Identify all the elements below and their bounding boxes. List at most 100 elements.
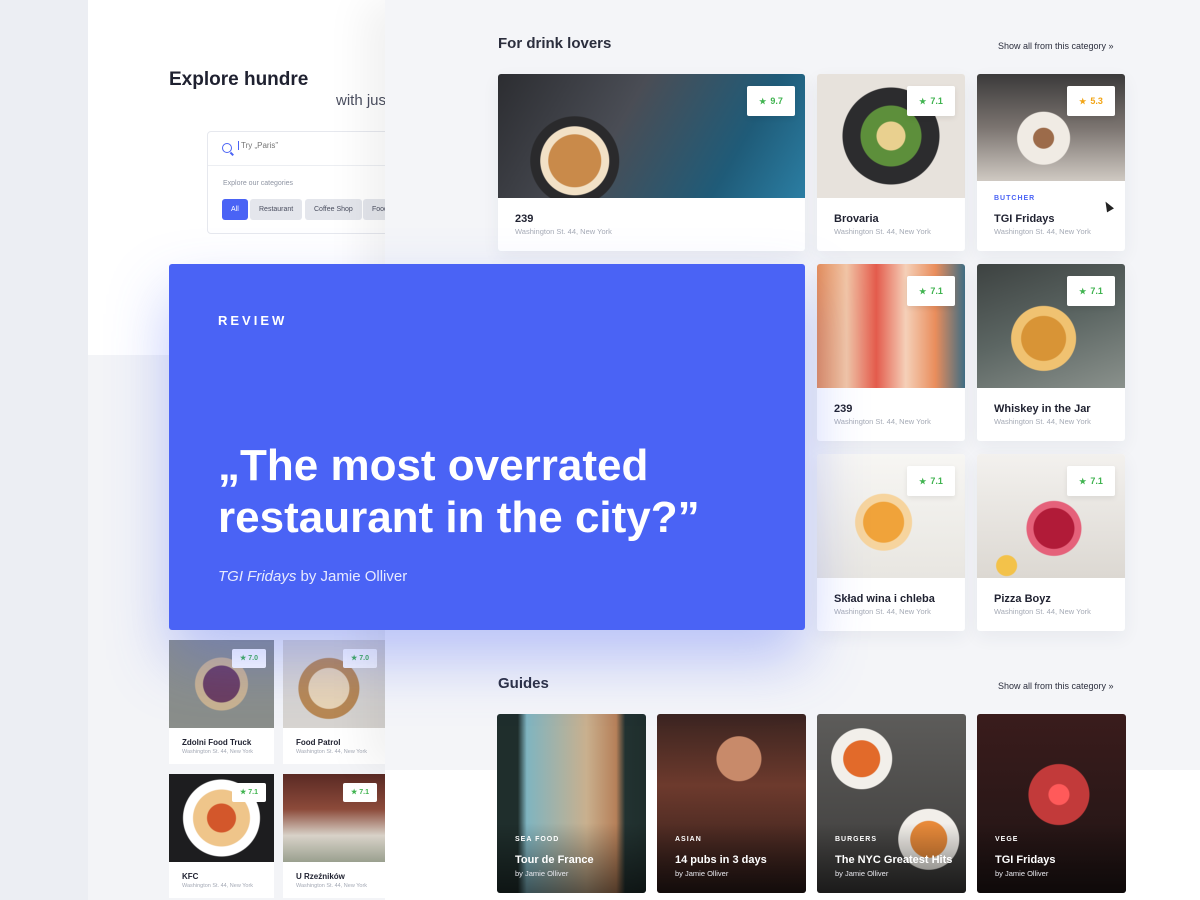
rating-badge: ★ 7.0 bbox=[232, 649, 266, 668]
chip-restaurant[interactable]: Restaurant bbox=[250, 199, 303, 220]
star-icon: ★ bbox=[240, 789, 249, 796]
star-icon: ★ bbox=[351, 655, 360, 662]
mini-card-name: Food Patrol bbox=[296, 738, 341, 747]
venue-name: 239 bbox=[834, 403, 853, 415]
mini-card-address: Washington St. 44, New York bbox=[182, 883, 254, 889]
rating-badge: ★ 7.1 bbox=[907, 466, 955, 496]
star-icon: ★ bbox=[1079, 287, 1087, 296]
star-icon: ★ bbox=[1079, 477, 1087, 486]
venue-card[interactable]: ★ 5.3 BUTCHER TGI Fridays Washington St. … bbox=[977, 74, 1125, 251]
mini-card-address: Washington St. 44, New York bbox=[182, 749, 254, 755]
venue-image: ★ 5.3 bbox=[977, 74, 1125, 181]
review-author: by Jamie Olliver bbox=[296, 568, 408, 585]
search-icon bbox=[222, 143, 232, 153]
section-title-drinks: For drink lovers bbox=[498, 35, 612, 52]
guide-card[interactable]: BURGERS The NYC Greatest Hits by Jamie O… bbox=[817, 714, 966, 893]
rating-value: 9.7 bbox=[770, 96, 783, 106]
rating-value: 7.1 bbox=[1090, 286, 1103, 296]
review-label: REVIEW bbox=[218, 313, 288, 328]
rating-value: 7.1 bbox=[930, 286, 943, 296]
rating-badge: ★ 7.1 bbox=[907, 276, 955, 306]
guide-author: by Jamie Olliver bbox=[515, 869, 569, 878]
rating-badge: ★ 7.1 bbox=[1067, 466, 1115, 496]
venue-card[interactable]: ★ 7.1 Brovaria Washington St. 44, New Yor… bbox=[817, 74, 965, 251]
rating-value: 7.1 bbox=[359, 789, 369, 796]
venue-image: ★ 7.1 bbox=[977, 264, 1125, 388]
star-icon: ★ bbox=[240, 655, 249, 662]
mini-card[interactable]: ★ 7.1 KFC Washington St. 44, New York bbox=[169, 774, 274, 898]
venue-address: Washington St. 44, New York bbox=[994, 607, 1091, 616]
rating-badge: ★ 7.1 bbox=[343, 783, 377, 802]
guide-title: Tour de France bbox=[515, 854, 594, 866]
venue-address: Washington St. 44, New York bbox=[834, 227, 931, 236]
mini-card-address: Washington St. 44, New York bbox=[296, 749, 368, 755]
review-venue: TGI Fridays bbox=[218, 568, 297, 585]
venue-card[interactable]: ★ 7.1 239 Washington St. 44, New York bbox=[817, 264, 965, 441]
star-icon: ★ bbox=[1079, 97, 1087, 106]
venue-name: Whiskey in the Jar bbox=[994, 403, 1091, 415]
venue-card[interactable]: ★ 7.1 Pizza Boyz Washington St. 44, New Y… bbox=[977, 454, 1125, 631]
guide-card[interactable]: SEA FOOD Tour de France by Jamie Olliver bbox=[497, 714, 646, 893]
venue-address: Washington St. 44, New York bbox=[994, 227, 1091, 236]
mini-card-name: Zdolni Food Truck bbox=[182, 738, 252, 747]
search-row bbox=[208, 132, 406, 166]
guide-title: 14 pubs in 3 days bbox=[675, 854, 767, 866]
venue-card[interactable]: ★ 7.1 Skład wina i chleba Washington St. … bbox=[817, 454, 965, 631]
venue-card[interactable]: ★ 9.7 239 Washington St. 44, New York bbox=[498, 74, 805, 251]
show-all-link-drinks[interactable]: Show all from this category » bbox=[998, 41, 1114, 51]
venue-address: Washington St. 44, New York bbox=[994, 417, 1091, 426]
venue-image: ★ 7.1 bbox=[817, 74, 965, 198]
venue-card[interactable]: ★ 7.1 Whiskey in the Jar Washington St. 4… bbox=[977, 264, 1125, 441]
venue-image: ★ 7.1 bbox=[977, 454, 1125, 578]
review-quote: „The most overrated restaurant in the ci… bbox=[218, 441, 700, 542]
rating-badge: ★ 7.1 bbox=[1067, 276, 1115, 306]
venue-name: TGI Fridays bbox=[994, 213, 1055, 225]
mini-card-address: Washington St. 44, New York bbox=[296, 883, 368, 889]
guide-card[interactable]: ASIAN 14 pubs in 3 days by Jamie Olliver bbox=[657, 714, 806, 893]
rating-value: 7.0 bbox=[359, 655, 369, 662]
search-card: Explore our categories All Restaurant Co… bbox=[207, 131, 407, 234]
hero-title: Explore hundre bbox=[169, 69, 309, 90]
guide-category: VEGE bbox=[995, 836, 1019, 843]
rating-value: 7.1 bbox=[1090, 476, 1103, 486]
guide-author: by Jamie Olliver bbox=[835, 869, 889, 878]
star-icon: ★ bbox=[919, 477, 927, 486]
star-icon: ★ bbox=[919, 97, 927, 106]
star-icon: ★ bbox=[351, 789, 360, 796]
mini-card-image: ★ 7.0 bbox=[283, 640, 385, 728]
mini-card-image: ★ 7.1 bbox=[169, 774, 274, 862]
chip-all[interactable]: All bbox=[222, 199, 248, 220]
venue-name: Pizza Boyz bbox=[994, 593, 1051, 605]
venue-image: ★ 9.7 bbox=[498, 74, 805, 198]
mini-card[interactable]: ★ 7.1 U Rzeźników Washington St. 44, New… bbox=[283, 774, 385, 898]
hero-subtitle: with jus bbox=[336, 92, 387, 109]
review-card[interactable]: REVIEW „The most overrated restaurant in… bbox=[169, 264, 805, 630]
venue-address: Washington St. 44, New York bbox=[834, 607, 931, 616]
rating-value: 7.1 bbox=[930, 96, 943, 106]
show-all-link-guides[interactable]: Show all from this category » bbox=[998, 681, 1114, 691]
mini-card-name: KFC bbox=[182, 872, 199, 881]
categories-label: Explore our categories bbox=[223, 180, 294, 187]
star-icon: ★ bbox=[759, 97, 767, 106]
guide-title: The NYC Greatest Hits bbox=[835, 854, 953, 866]
star-icon: ★ bbox=[919, 287, 927, 296]
venue-name: Skład wina i chleba bbox=[834, 593, 935, 605]
search-input[interactable] bbox=[238, 141, 388, 150]
rating-value: 7.1 bbox=[248, 789, 258, 796]
rating-value: 7.0 bbox=[248, 655, 258, 662]
mini-card-image: ★ 7.1 bbox=[283, 774, 385, 862]
venue-name: Brovaria bbox=[834, 213, 879, 225]
rating-value: 5.3 bbox=[1090, 96, 1103, 106]
guide-author: by Jamie Olliver bbox=[995, 869, 1049, 878]
venue-name: 239 bbox=[515, 213, 534, 225]
rating-badge: ★ 7.1 bbox=[232, 783, 266, 802]
venue-address: Washington St. 44, New York bbox=[515, 227, 612, 236]
venue-category: BUTCHER bbox=[994, 195, 1036, 202]
guide-card[interactable]: VEGE TGI Fridays by Jamie Olliver bbox=[977, 714, 1126, 893]
guide-author: by Jamie Olliver bbox=[675, 869, 729, 878]
rating-badge: ★ 7.0 bbox=[343, 649, 377, 668]
mini-card[interactable]: ★ 7.0 Food Patrol Washington St. 44, New… bbox=[283, 640, 385, 764]
section-title-guides: Guides bbox=[498, 675, 549, 692]
chip-coffee-shop[interactable]: Coffee Shop bbox=[305, 199, 362, 220]
mini-card[interactable]: ★ 7.0 Zdolni Food Truck Washington St. 4… bbox=[169, 640, 274, 764]
